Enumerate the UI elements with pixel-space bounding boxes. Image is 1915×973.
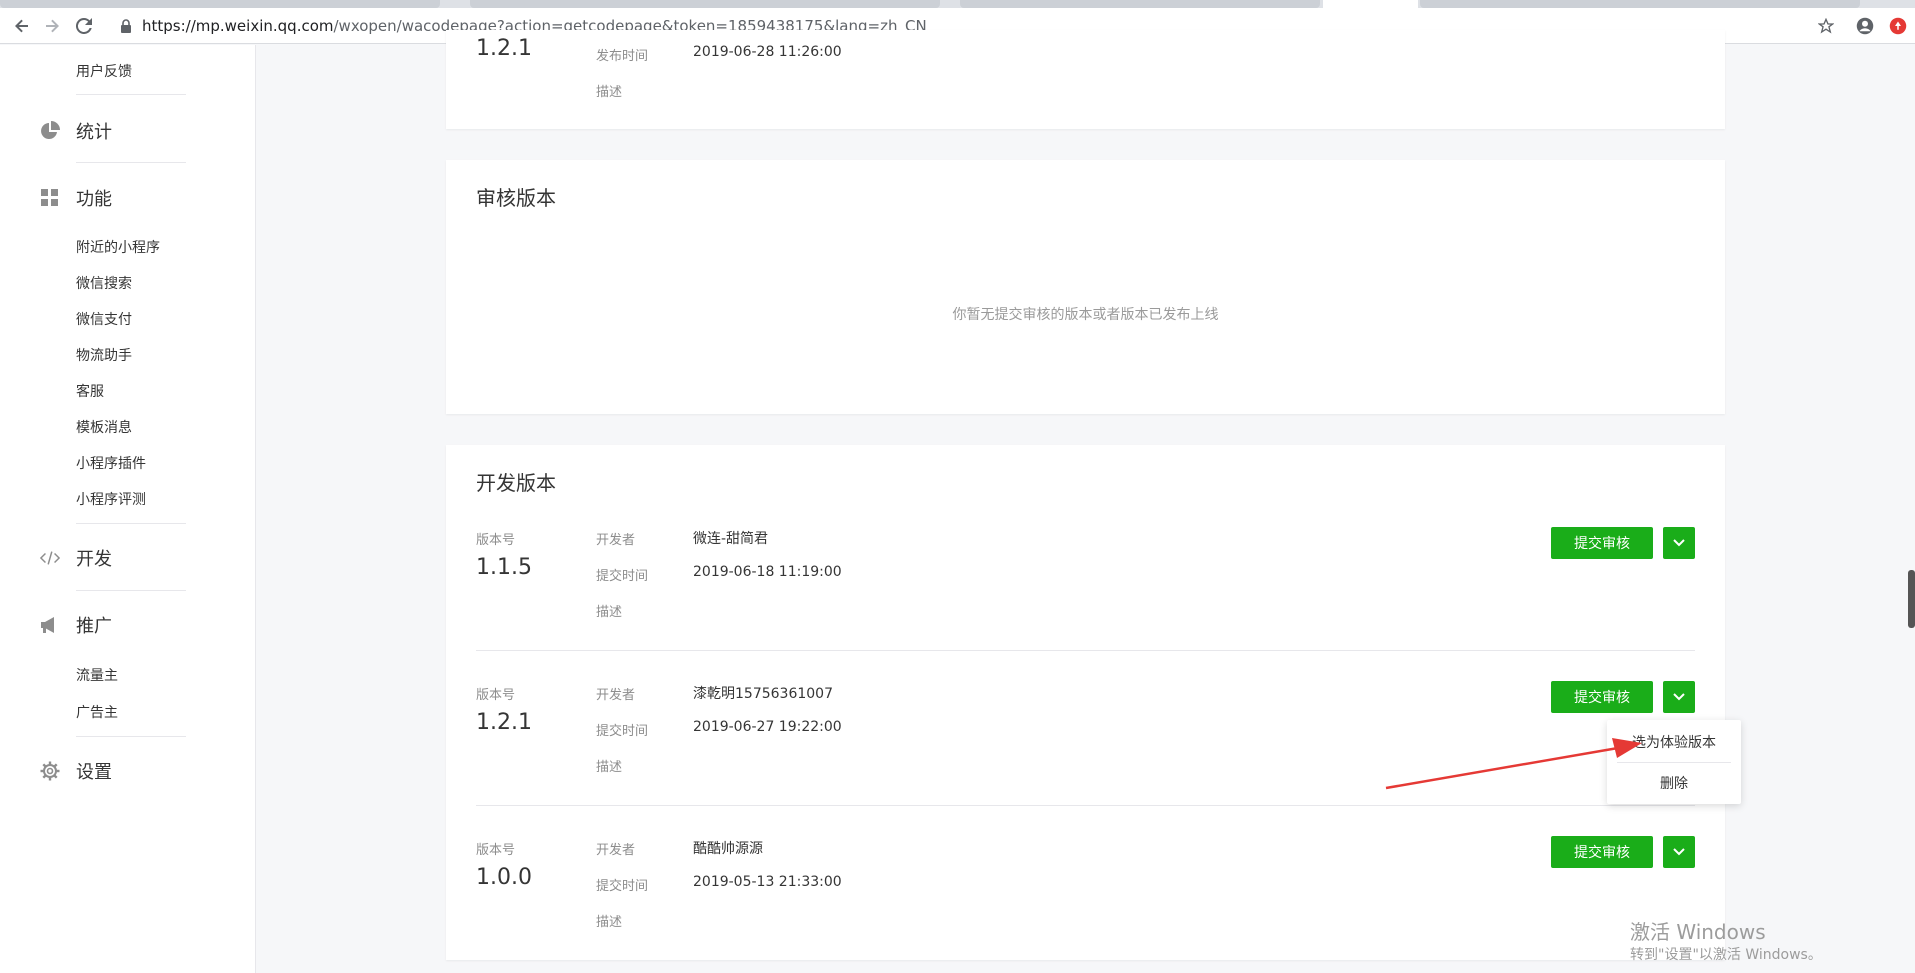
empty-message: 你暂无提交审核的版本或者版本已发布上线 — [952, 307, 1219, 323]
sidebar-item-plugins[interactable]: 小程序插件 — [76, 453, 146, 473]
activation-watermark-title: 激活 Windows — [1630, 920, 1766, 944]
sidebar-item-customer-service[interactable]: 客服 — [76, 381, 104, 401]
review-version-card: 审核版本 你暂无提交审核的版本或者版本已发布上线 — [446, 160, 1725, 414]
card-title: 开发版本 — [476, 471, 556, 495]
description-label: 描述 — [596, 760, 623, 775]
scrollbar-thumb[interactable] — [1908, 570, 1915, 628]
sidebar-item-evaluation[interactable]: 小程序评测 — [76, 489, 146, 509]
sidebar-item-settings[interactable]: 设置 — [40, 759, 112, 783]
sidebar-item-wechat-pay[interactable]: 微信支付 — [76, 309, 132, 329]
publish-time-value: 2019-06-28 11:26:00 — [693, 44, 842, 60]
version-label: 版本号 — [476, 688, 516, 703]
divider — [476, 805, 1695, 806]
more-options-button[interactable] — [1663, 527, 1695, 559]
submit-time-label: 提交时间 — [596, 879, 649, 894]
card-title: 审核版本 — [476, 186, 556, 210]
submit-review-button[interactable]: 提交审核 — [1551, 681, 1653, 713]
chevron-down-icon — [1673, 848, 1685, 856]
sidebar-item-label: 设置 — [76, 762, 112, 783]
developer-label: 开发者 — [596, 843, 636, 858]
pie-chart-icon — [40, 121, 60, 141]
browser-tab[interactable] — [960, 0, 1320, 8]
sidebar-item-develop[interactable]: 开发 — [40, 546, 112, 570]
code-icon — [40, 548, 60, 568]
dev-version-card: 开发版本 版本号 1.1.5 开发者 微连-甜简君 提交时间 2019-06-1… — [446, 445, 1725, 960]
grid-icon — [40, 188, 60, 208]
browser-tab[interactable] — [0, 0, 440, 8]
sidebar: 用户反馈 统计 功能 附近的小程序 微信搜索 微信支付 物流助手 客服 模板消息… — [0, 45, 256, 973]
sidebar-item-label: 开发 — [76, 549, 112, 570]
submit-time-label: 提交时间 — [596, 724, 649, 739]
sidebar-item-logistics[interactable]: 物流助手 — [76, 345, 132, 365]
version-label: 版本号 — [476, 843, 516, 858]
divider — [76, 94, 186, 95]
account-icon[interactable] — [1853, 14, 1877, 38]
sidebar-item-wechat-search[interactable]: 微信搜索 — [76, 273, 132, 293]
gear-icon — [40, 761, 60, 781]
developer-value: 微连-甜简君 — [693, 531, 769, 547]
submit-time-value: 2019-05-13 21:33:00 — [693, 874, 842, 890]
version-number: 1.2.1 — [476, 36, 532, 61]
submit-review-button[interactable]: 提交审核 — [1551, 527, 1653, 559]
developer-value: 漆乾明15756361007 — [693, 686, 833, 702]
more-options-button[interactable] — [1663, 836, 1695, 868]
chevron-down-icon — [1673, 539, 1685, 547]
sidebar-item-promote[interactable]: 推广 — [40, 613, 112, 637]
version-label: 版本号 — [476, 533, 516, 548]
submit-time-label: 提交时间 — [596, 569, 649, 584]
submit-time-value: 2019-06-18 11:19:00 — [693, 564, 842, 580]
description-label: 描述 — [596, 85, 623, 100]
back-arrow-icon[interactable] — [8, 12, 36, 40]
version-number: 1.2.1 — [476, 710, 532, 735]
developer-label: 开发者 — [596, 688, 636, 703]
bookmark-star-icon[interactable] — [1814, 14, 1838, 38]
sidebar-item-traffic-owner[interactable]: 流量主 — [76, 665, 118, 685]
menu-item-delete[interactable]: 删除 — [1607, 763, 1741, 803]
sidebar-item-label: 功能 — [76, 189, 112, 210]
sidebar-item-label: 统计 — [76, 122, 112, 143]
sidebar-item-template-message[interactable]: 模板消息 — [76, 417, 132, 437]
megaphone-icon — [40, 615, 60, 635]
submit-review-button[interactable]: 提交审核 — [1551, 836, 1653, 868]
sidebar-item-feedback[interactable]: 用户反馈 — [76, 61, 132, 81]
url-host: https://mp.weixin.qq.com — [142, 17, 334, 35]
divider — [76, 162, 186, 163]
browser-tab-active[interactable] — [1323, 0, 1418, 8]
sidebar-item-label: 推广 — [76, 616, 112, 637]
developer-value: 酷酷帅源源 — [693, 841, 763, 857]
sidebar-item-features[interactable]: 功能 — [40, 186, 112, 210]
forward-arrow-icon[interactable] — [38, 12, 66, 40]
chevron-down-icon — [1673, 693, 1685, 701]
publish-time-label: 发布时间 — [596, 49, 649, 64]
browser-tab-strip — [0, 0, 1915, 8]
sidebar-item-advertiser[interactable]: 广告主 — [76, 702, 118, 722]
activation-watermark-subtitle: 转到"设置"以激活 Windows。 — [1630, 947, 1822, 963]
version-number: 1.1.5 — [476, 555, 532, 580]
developer-label: 开发者 — [596, 533, 636, 548]
more-options-button[interactable] — [1663, 681, 1695, 713]
sidebar-item-stats[interactable]: 统计 — [40, 119, 112, 143]
reload-icon[interactable] — [70, 12, 98, 40]
browser-tab[interactable] — [470, 0, 940, 8]
divider — [76, 590, 186, 591]
version-number: 1.0.0 — [476, 865, 532, 890]
description-label: 描述 — [596, 605, 623, 620]
divider — [476, 650, 1695, 651]
online-version-card: 1.2.1 发布时间 2019-06-28 11:26:00 描述 — [446, 30, 1725, 129]
extension-icon[interactable] — [1886, 14, 1910, 38]
menu-item-set-experience[interactable]: 选为体验版本 — [1607, 722, 1741, 762]
version-options-dropdown: 选为体验版本 删除 — [1607, 720, 1741, 804]
divider — [76, 736, 186, 737]
submit-time-value: 2019-06-27 19:22:00 — [693, 719, 842, 735]
browser-tab[interactable] — [1420, 0, 1860, 8]
divider — [76, 523, 186, 524]
description-label: 描述 — [596, 915, 623, 930]
sidebar-item-nearby[interactable]: 附近的小程序 — [76, 237, 160, 257]
lock-icon — [120, 16, 136, 36]
